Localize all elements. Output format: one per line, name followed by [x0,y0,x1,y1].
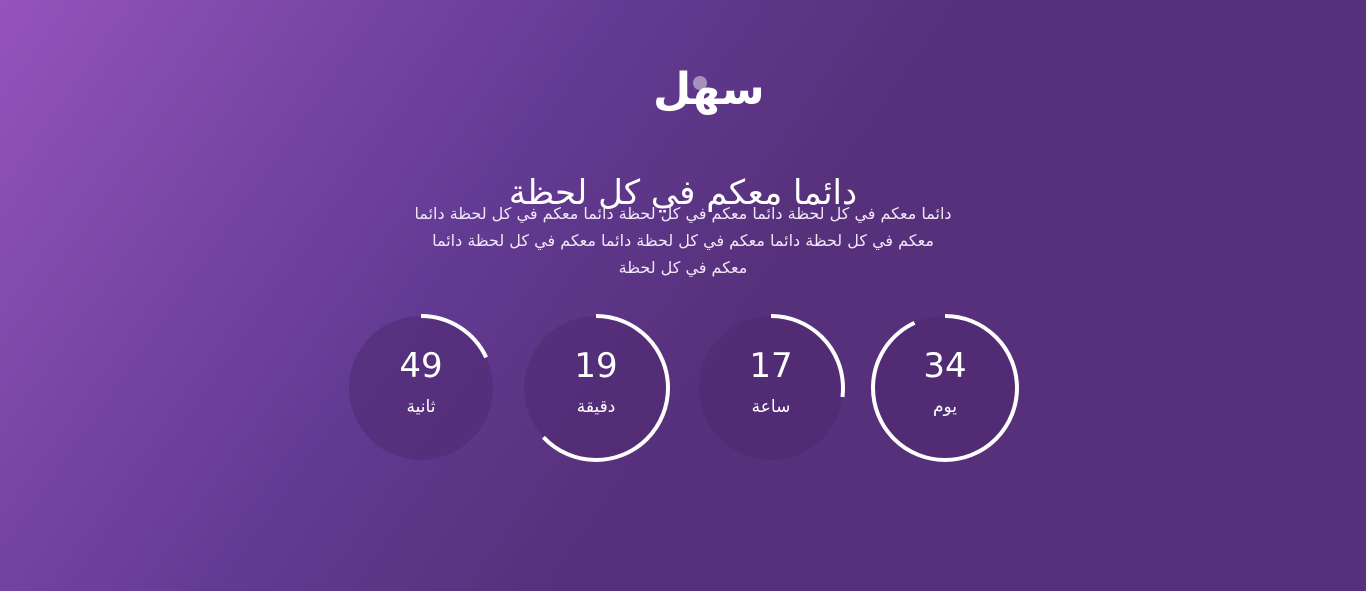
hero-description: دائما معكم في كل لحظة دائما معكم في كل ل… [353,200,1013,281]
countdown-value: 34 [923,346,967,386]
countdown-value: 17 [749,346,793,386]
countdown-value: 19 [574,346,618,386]
logo-wordmark: سهل [653,64,766,115]
logo-mark-icon [693,76,707,90]
countdown-timer: 49 ثانية 19 دقيقة 17 ساعة 34 يوم [345,312,1025,468]
description-line: معكم في كل لحظة [618,258,748,277]
countdown-days: 34 يوم [869,312,1021,464]
countdown-unit-label: ساعة [751,397,791,417]
countdown-hours: 17 ساعة [695,312,847,464]
countdown-unit-label: دقيقة [576,397,616,417]
countdown-days-ring [871,314,1019,462]
countdown-unit-label: ثانية [406,397,436,417]
description-line: دائما معكم في كل لحظة دائما معكم في كل ل… [414,204,952,223]
countdown-minutes-ring [522,314,670,462]
countdown-unit-label: يوم [932,397,958,417]
countdown-seconds: 49 ثانية [345,312,497,464]
countdown-hours-ring [697,314,845,462]
countdown-value: 49 [399,346,443,386]
description-line: معكم في كل لحظة دائما معكم في كل لحظة دا… [432,231,934,250]
countdown-minutes: 19 دقيقة [520,312,672,464]
countdown-seconds-ring [347,314,495,462]
logo: سهل [653,62,766,118]
